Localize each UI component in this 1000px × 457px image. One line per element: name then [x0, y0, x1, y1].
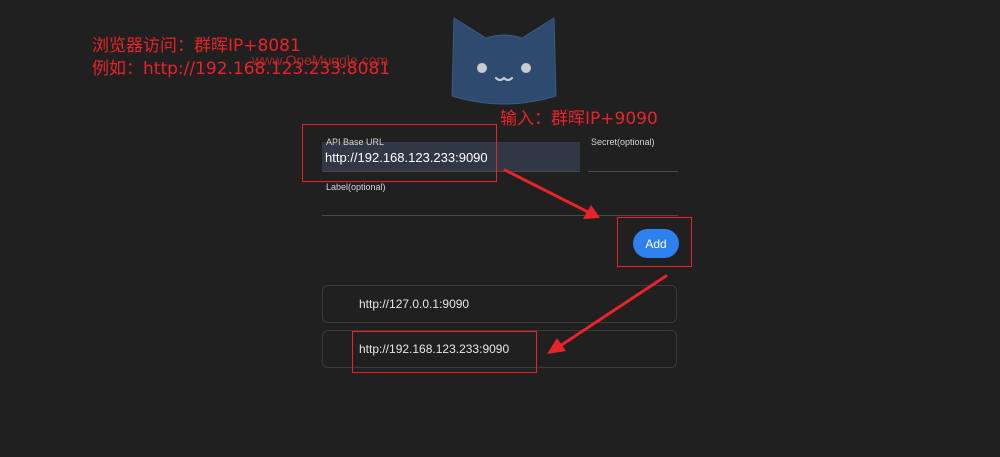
highlight-box-new-backend	[352, 331, 537, 373]
backend-url: http://127.0.0.1:9090	[359, 297, 470, 311]
label-input[interactable]	[325, 193, 675, 211]
highlight-box-api-url	[302, 124, 497, 182]
secret-label: Secret(optional)	[591, 137, 655, 147]
label-field-label: Label(optional)	[326, 182, 386, 192]
secret-input[interactable]	[590, 148, 676, 166]
watermark-text: www.OneMuggle.com	[252, 52, 389, 68]
highlight-box-add	[617, 217, 692, 267]
secret-underline	[588, 171, 678, 172]
cat-logo-icon	[451, 17, 557, 105]
label-underline	[322, 215, 678, 216]
annotation-input-hint: 输入：群晖IP+9090	[500, 109, 658, 129]
